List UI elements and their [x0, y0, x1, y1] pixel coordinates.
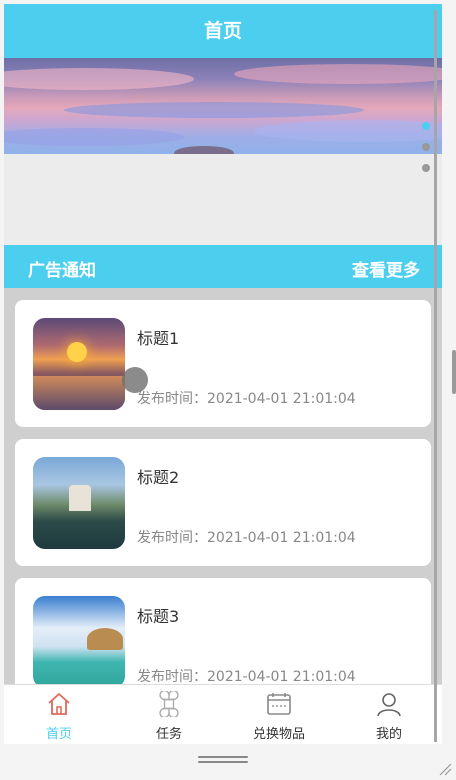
task-icon	[159, 691, 179, 717]
exchange-icon	[267, 693, 291, 715]
banner-placeholder-area	[4, 154, 442, 238]
tab-mine[interactable]: 我的	[334, 685, 442, 744]
tab-label: 首页	[45, 727, 72, 742]
carousel-indicator	[422, 122, 430, 185]
tab-task[interactable]: 任务	[114, 685, 224, 744]
item-time: 发布时间：2021-04-01 21:01:04	[137, 530, 356, 546]
list-item[interactable]: 标题1 发布时间：2021-04-01 21:01:04	[15, 300, 431, 427]
item-title: 标题1	[137, 329, 180, 348]
tab-exchange[interactable]: 兑换物品	[224, 685, 334, 744]
bottom-grip-handle[interactable]	[198, 756, 248, 764]
notice-section-header: 广告通知 查看更多	[4, 245, 442, 288]
user-icon	[377, 693, 401, 717]
item-time: 发布时间：2021-04-01 21:01:04	[137, 391, 356, 407]
notice-list: 标题1 发布时间：2021-04-01 21:01:04 标题2 发布时间：20…	[4, 288, 442, 684]
banner-carousel[interactable]	[4, 58, 442, 154]
scrollbar[interactable]	[434, 10, 437, 742]
page-title: 首页	[203, 20, 242, 42]
tab-home[interactable]: 首页	[4, 685, 114, 744]
side-resize-handle[interactable]	[452, 350, 456, 394]
carousel-dot-3[interactable]	[422, 164, 430, 172]
see-more-link[interactable]: 查看更多	[352, 256, 420, 281]
item-thumbnail	[33, 457, 125, 549]
item-time: 发布时间：2021-04-01 21:01:04	[137, 669, 356, 684]
list-item[interactable]: 标题3 发布时间：2021-04-01 21:01:04	[15, 578, 431, 684]
section-title: 广告通知	[28, 261, 96, 281]
carousel-dot-1[interactable]	[422, 122, 430, 130]
item-thumbnail	[33, 318, 125, 410]
home-icon	[48, 693, 70, 715]
item-title: 标题2	[137, 468, 180, 487]
tab-label: 我的	[375, 727, 402, 742]
app-window: 首页 广告通知 查看更多 标题1 发布时间：2021-04-01 21:01:0…	[4, 4, 442, 744]
corner-resize-icon[interactable]	[438, 762, 452, 776]
list-item[interactable]: 标题2 发布时间：2021-04-01 21:01:04	[15, 439, 431, 566]
item-title: 标题3	[137, 607, 180, 626]
carousel-dot-2[interactable]	[422, 143, 430, 151]
top-bar: 首页	[4, 4, 442, 58]
touch-pointer-indicator	[122, 367, 148, 393]
tab-label: 兑换物品	[252, 727, 305, 742]
bottom-tab-bar: 首页 任务 兑换物品 我的	[4, 684, 442, 744]
item-thumbnail	[33, 596, 125, 684]
tab-label: 任务	[155, 727, 182, 742]
